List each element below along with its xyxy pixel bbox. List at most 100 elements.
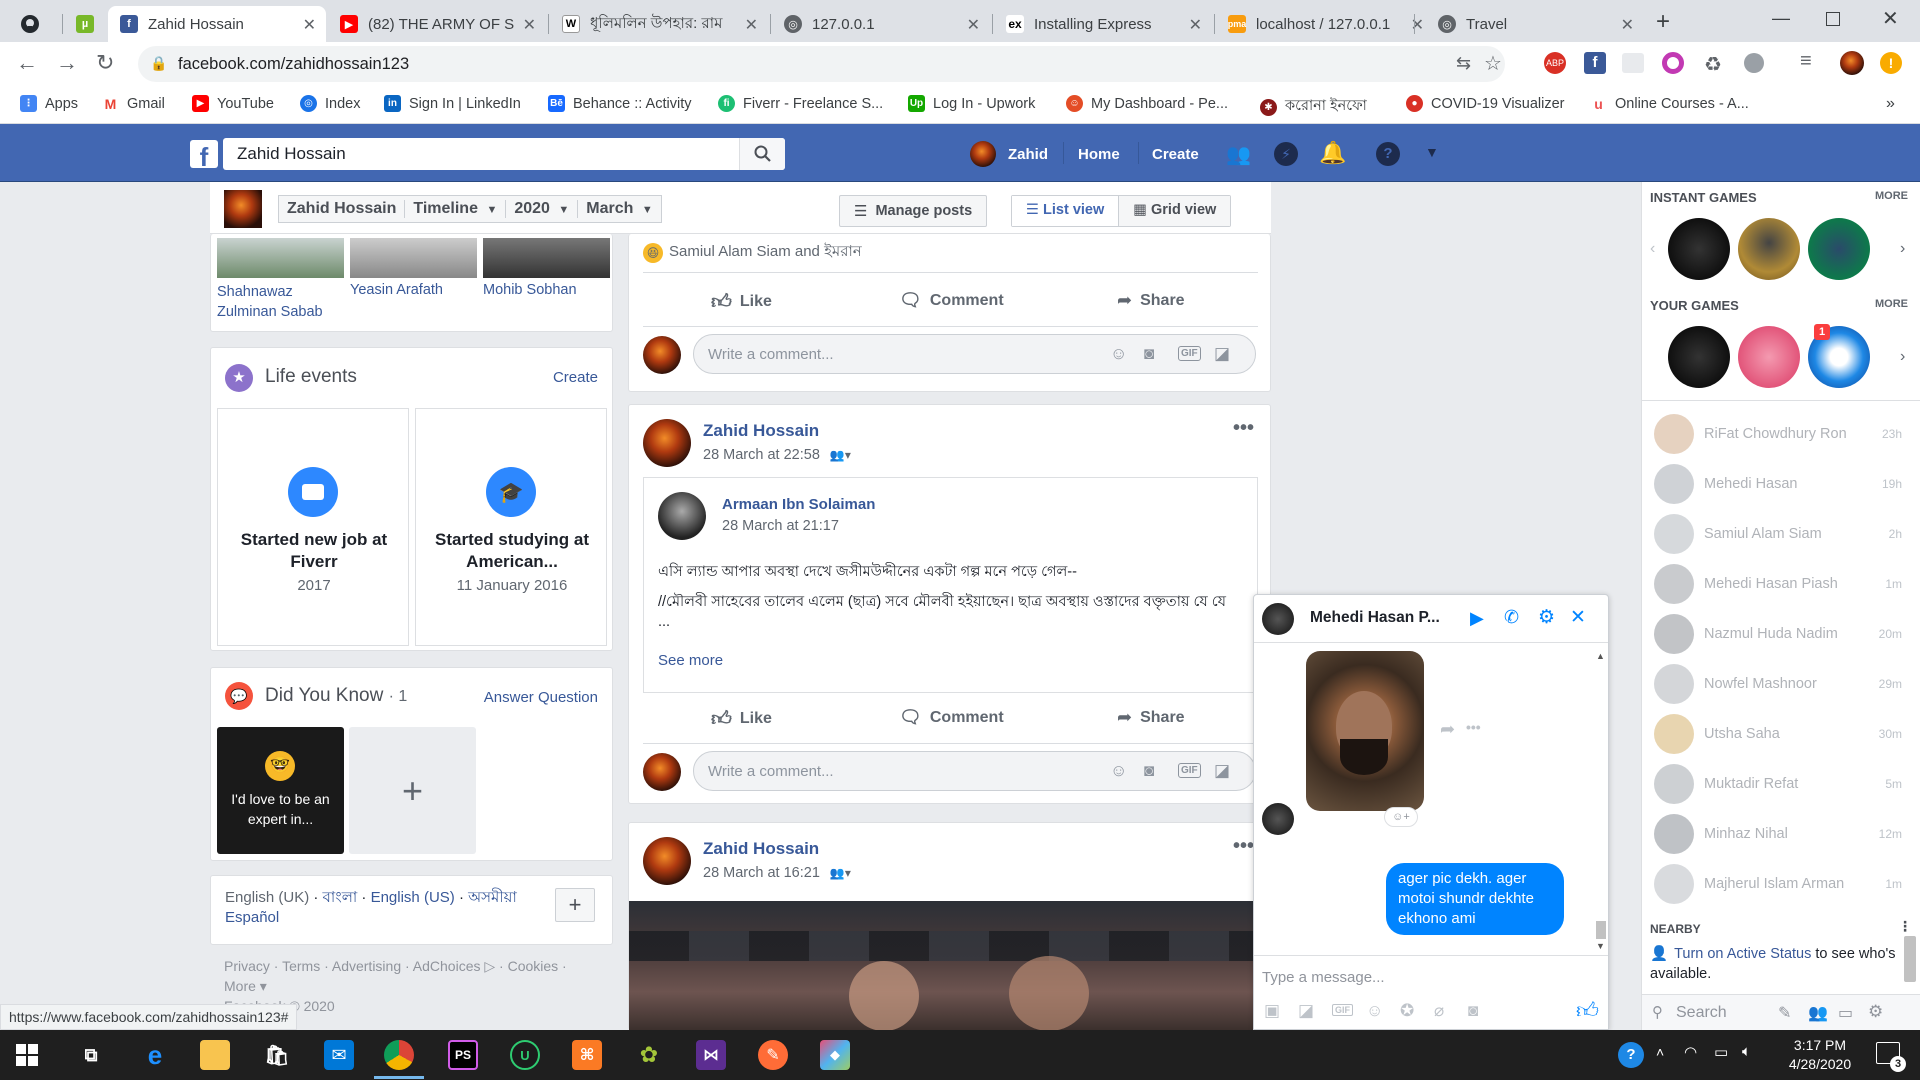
recycle-extension-icon[interactable]: ♻ (1704, 52, 1722, 77)
language-option[interactable]: বাংলা (323, 889, 358, 906)
timeline-dropdown[interactable]: Timeline ▼ (405, 200, 507, 218)
extension-icon[interactable] (1622, 53, 1644, 73)
outgoing-message[interactable]: ager pic dekh. ager motoi shundr dekhte … (1386, 863, 1564, 935)
create-life-event-link[interactable]: Create (553, 369, 598, 386)
author-avatar[interactable] (643, 419, 691, 467)
file-explorer-icon[interactable] (200, 1040, 230, 1070)
store-icon[interactable]: 🛍 (262, 1040, 292, 1070)
timeline-name[interactable]: Zahid Hossain (279, 200, 406, 218)
friend-photo[interactable] (217, 238, 344, 278)
extension-icon[interactable] (1662, 52, 1684, 74)
extension-icon[interactable] (1744, 53, 1764, 73)
edge-icon[interactable]: e (140, 1040, 170, 1070)
tab-close-icon[interactable]: ✕ (745, 15, 758, 35)
close-icon[interactable]: ✕ (1570, 606, 1586, 629)
share-button[interactable]: ➦ Share (1117, 707, 1185, 728)
attachment-icon[interactable]: ⌀ (1434, 1001, 1444, 1021)
list-view-button[interactable]: ☰ List view (1012, 196, 1120, 226)
video-call-icon[interactable]: ▶ (1470, 608, 1484, 629)
search-button[interactable] (739, 138, 785, 170)
contact-item[interactable]: Nowfel Mashnoor 29m (1654, 664, 1914, 704)
thumbs-up-icon[interactable]: 👍︎ (1576, 997, 1599, 1024)
contact-item[interactable]: RiFat Chowdhury Ron 23h (1654, 414, 1914, 454)
answer-question-link[interactable]: Answer Question (484, 689, 598, 706)
contact-item[interactable]: Mehedi Hasan 19h (1654, 464, 1914, 504)
nav-home[interactable]: Home (1078, 146, 1120, 163)
task-view-icon[interactable]: ⧉ (76, 1040, 106, 1070)
phone-icon[interactable]: ✆ (1504, 607, 1519, 628)
more-link[interactable]: MORE (1875, 190, 1908, 202)
game-thumbnail[interactable] (1738, 326, 1800, 388)
minimize-button[interactable]: — (1772, 8, 1790, 29)
footer-links-line[interactable]: Privacy · Terms · Advertising · AdChoice… (224, 956, 567, 976)
tab-travel[interactable]: ◎ Travel ✕ (1426, 6, 1644, 42)
account-menu-chevron-icon[interactable]: ▼ (1425, 144, 1439, 160)
active-status-link[interactable]: Turn on Active Status (1674, 946, 1811, 962)
chevron-right-icon[interactable]: › (1900, 348, 1905, 366)
reading-list-icon[interactable]: ≡ (1800, 50, 1812, 73)
update-icon[interactable]: ! (1880, 52, 1902, 74)
chevron-left-icon[interactable]: ‹ (1650, 240, 1655, 258)
emoji-icon[interactable]: ☺ (1110, 344, 1127, 364)
xampp-icon[interactable]: ⌘ (572, 1040, 602, 1070)
image-icon[interactable]: ▣ (1264, 1001, 1280, 1021)
month-dropdown[interactable]: March ▼ (578, 200, 660, 218)
friend-photo[interactable] (483, 238, 610, 278)
bookmark-star-icon[interactable]: ☆ (1484, 51, 1502, 76)
rail-scrollbar[interactable] (1904, 936, 1916, 982)
avatar[interactable] (1262, 603, 1294, 635)
help-tray-icon[interactable]: ? (1618, 1042, 1644, 1068)
tab-close-icon[interactable]: ✕ (1189, 15, 1202, 35)
friend-name[interactable]: Shahnawaz Zulminan Sabab (217, 282, 344, 322)
contact-item[interactable]: Samiul Alam Siam 2h (1654, 514, 1914, 554)
share-button[interactable]: ➦ Share (1117, 290, 1185, 311)
maximize-button[interactable] (1826, 12, 1840, 26)
friend-name[interactable]: Yeasin Arafath (350, 282, 477, 298)
reactions-summary[interactable]: 😆 Samiul Alam Siam and ইমরান (643, 240, 862, 265)
volume-icon[interactable]: 🔈︎ (1742, 1043, 1751, 1060)
like-button[interactable]: 👍︎ Like (711, 290, 772, 314)
timeline-avatar[interactable] (224, 190, 262, 228)
sticker-icon[interactable]: ◪ (1214, 761, 1230, 781)
options-icon[interactable]: ⋮ (1898, 918, 1912, 935)
grid-view-button[interactable]: ▦ Grid view (1119, 196, 1231, 226)
chameleon-app-icon[interactable]: ✿ (634, 1040, 664, 1070)
gif-icon[interactable]: GIF (1178, 346, 1201, 361)
tab-close-icon[interactable]: ✕ (523, 15, 536, 35)
visual-studio-icon[interactable]: ⋈ (696, 1040, 726, 1070)
chat-photo-message[interactable] (1306, 651, 1424, 811)
contact-item[interactable]: Majherul Islam Arman 1m (1654, 864, 1914, 904)
app-icon[interactable]: ◆ (820, 1040, 850, 1070)
profile-avatar[interactable] (1840, 51, 1864, 75)
game-thumbnail[interactable] (1668, 326, 1730, 388)
chat-header[interactable]: Mehedi Hasan P... ▶ ✆ ⚙ ✕ (1254, 595, 1608, 643)
sticker-icon[interactable]: ◪ (1214, 344, 1230, 364)
search-input[interactable]: Zahid Hossain (223, 138, 785, 170)
language-option[interactable]: অসমীয়া (468, 889, 517, 906)
forward-icon[interactable]: ➦ (1440, 719, 1455, 740)
did-you-know-tile[interactable]: 🤓 I'd love to be an expert in... (217, 727, 344, 854)
message-options-icon[interactable]: ••• (1466, 719, 1481, 735)
video-icon[interactable]: ▭ (1838, 1003, 1853, 1023)
adblock-extension-icon[interactable]: ABP (1544, 52, 1566, 74)
emoji-icon[interactable]: ☺ (1366, 1001, 1383, 1021)
year-dropdown[interactable]: 2020 ▼ (506, 200, 579, 218)
tab-localhost[interactable]: ◎ 127.0.0.1 ✕ (772, 6, 990, 42)
address-bar[interactable]: 🔒 facebook.com/zahidhossain123 ⇆ ☆ (138, 46, 1505, 82)
game-thumbnail[interactable] (1668, 218, 1730, 280)
language-option[interactable]: Español (225, 909, 279, 926)
sticker-icon[interactable]: ◪ (1298, 1001, 1314, 1021)
add-answer-button[interactable]: + (349, 727, 476, 854)
manage-posts-button[interactable]: ☰ Manage posts (839, 195, 988, 227)
post-timestamp[interactable]: 28 March at 16:21 👥▾ (703, 865, 851, 881)
tab-close-icon[interactable]: ✕ (967, 15, 980, 35)
tab-phpmyadmin[interactable]: pma localhost / 127.0.0.1 ✕ (1216, 6, 1434, 42)
comment-button[interactable]: 🗨︎ Comment (899, 707, 1004, 728)
bookmark-apps[interactable]: ⋮ Apps (20, 95, 78, 112)
messenger-icon[interactable]: ⚡ (1274, 142, 1298, 166)
tab-github[interactable] (8, 6, 60, 42)
back-arrow-icon[interactable]: ← (16, 50, 38, 76)
post-options-icon[interactable]: ••• (1233, 835, 1254, 858)
nav-create[interactable]: Create (1152, 146, 1199, 163)
tab-express[interactable]: ex Installing Express ✕ (994, 6, 1212, 42)
